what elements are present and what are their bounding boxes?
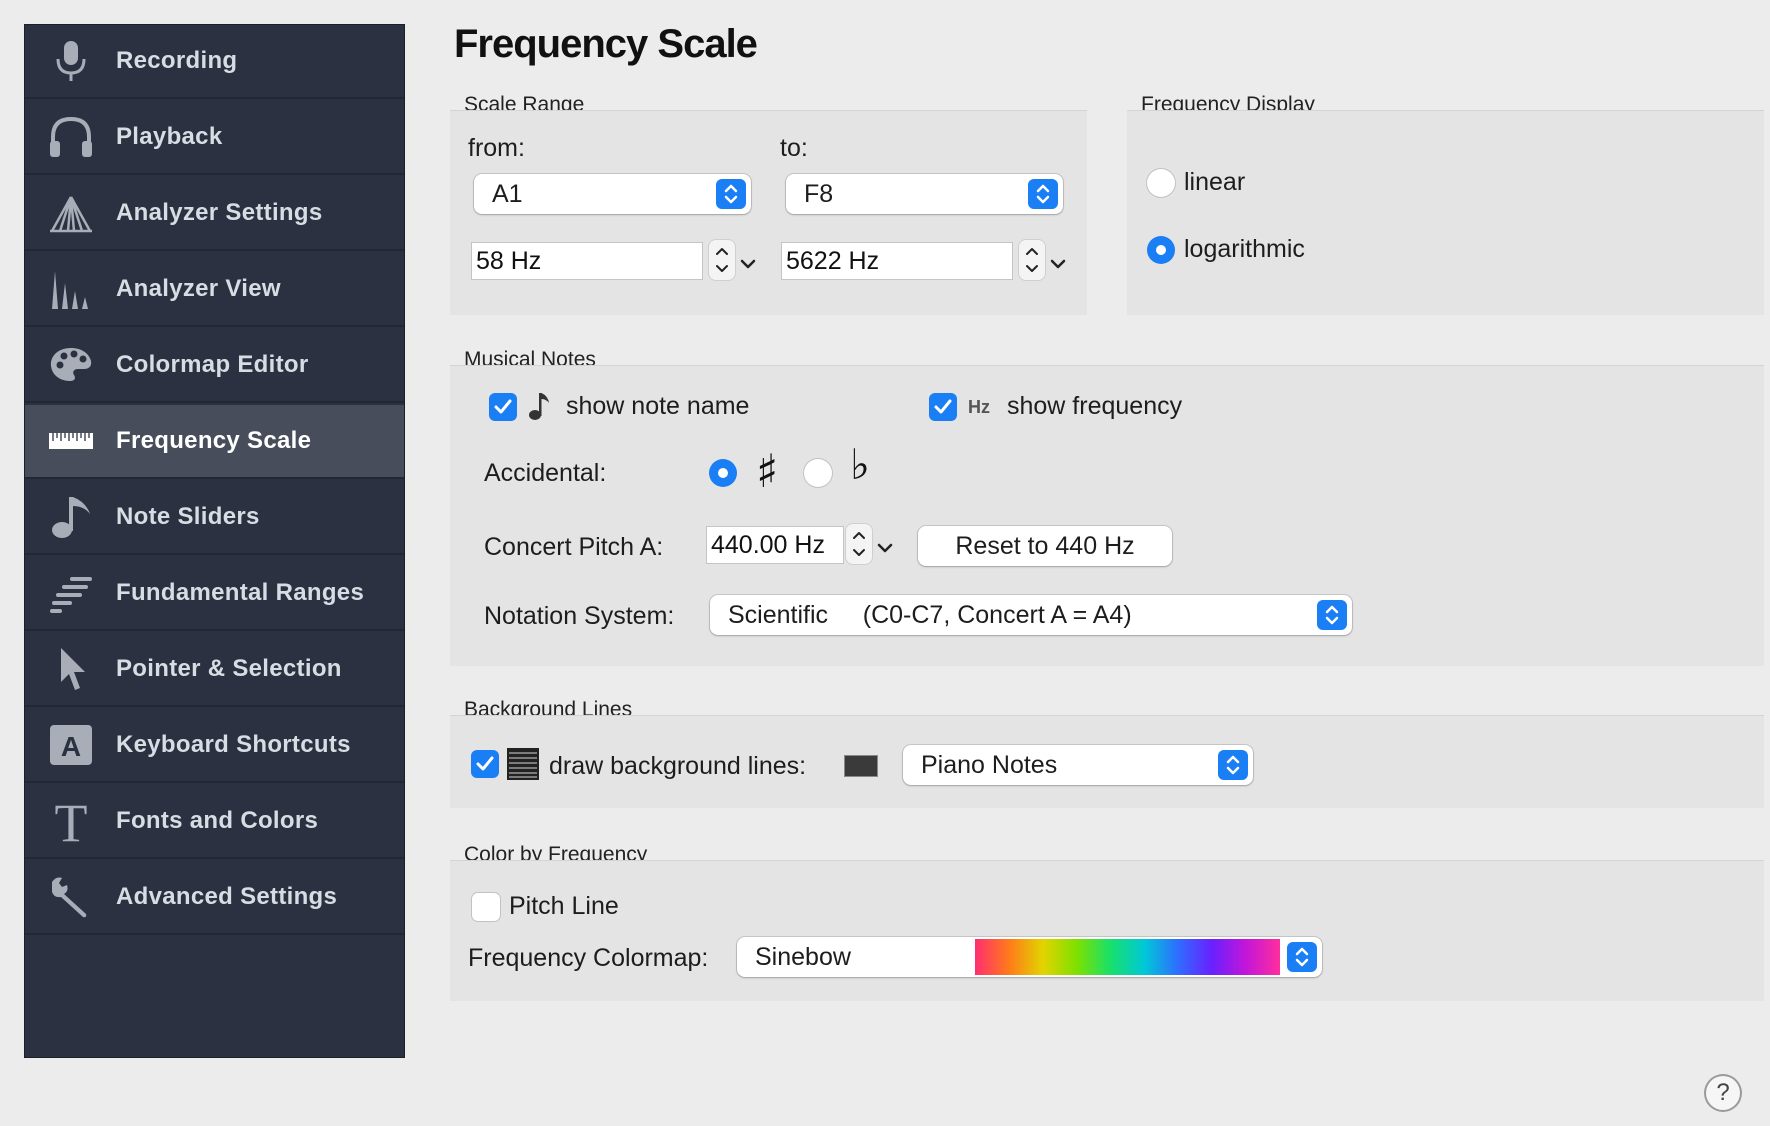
spectrum-peaks-icon xyxy=(47,267,95,311)
sidebar-item-label: Analyzer Settings xyxy=(116,199,323,226)
background-lines-popup[interactable]: Piano Notes xyxy=(903,745,1253,785)
accidental-label: Accidental: xyxy=(484,459,607,487)
from-note-popup[interactable]: A1 xyxy=(474,174,751,214)
microphone-icon xyxy=(47,39,95,83)
from-hz-stepper[interactable] xyxy=(709,240,735,280)
updown-arrows-icon xyxy=(716,179,746,209)
sidebar-item-analyzer-view[interactable]: Analyzer View xyxy=(25,253,404,327)
svg-text:T: T xyxy=(55,797,88,845)
music-note-icon xyxy=(47,495,95,539)
sharp-radio[interactable] xyxy=(709,459,737,487)
show-frequency-label: show frequency xyxy=(1007,392,1183,420)
draw-background-lines-checkbox[interactable] xyxy=(471,750,499,778)
frequency-colormap-popup[interactable]: Sinebow xyxy=(737,937,1322,977)
to-hz-field[interactable]: 5622 Hz xyxy=(782,243,1012,279)
sidebar-item-frequency-scale[interactable]: Frequency Scale xyxy=(25,405,404,479)
show-note-name-checkbox[interactable] xyxy=(489,393,517,421)
svg-text:A: A xyxy=(61,731,81,762)
checkmark-icon xyxy=(494,399,512,414)
sidebar-item-fundamental-ranges[interactable]: Fundamental Ranges xyxy=(25,557,404,631)
to-label: to: xyxy=(780,134,808,162)
show-note-name-label: show note name xyxy=(566,392,750,420)
pitch-line-label: Pitch Line xyxy=(509,892,619,920)
concert-pitch-field[interactable]: 440.00 Hz xyxy=(707,527,843,563)
reset-pitch-button[interactable]: Reset to 440 Hz xyxy=(918,526,1172,566)
sidebar-item-label: Recording xyxy=(116,47,238,74)
sidebar-item-analyzer-settings[interactable]: Analyzer Settings xyxy=(25,177,404,251)
linear-radio[interactable] xyxy=(1147,169,1175,197)
wrench-icon xyxy=(47,875,95,919)
font-t-icon: T xyxy=(47,797,95,845)
chevron-down-icon[interactable] xyxy=(1050,257,1066,269)
help-button[interactable]: ? xyxy=(1706,1076,1740,1110)
updown-arrows-icon xyxy=(1218,750,1248,780)
sidebar-item-label: Fundamental Ranges xyxy=(116,579,365,606)
draw-background-lines-label: draw background lines: xyxy=(549,752,807,780)
to-note-value: F8 xyxy=(804,180,834,208)
hz-icon: Hz xyxy=(968,397,990,417)
checkmark-icon xyxy=(934,399,952,414)
ruler-icon xyxy=(47,419,95,463)
updown-arrows-icon xyxy=(1287,942,1317,972)
notation-system-value: Scientific (C0-C7, Concert A = A4) xyxy=(728,601,1132,629)
page-title: Frequency Scale xyxy=(454,22,758,66)
from-note-value: A1 xyxy=(492,180,523,208)
linear-label: linear xyxy=(1184,168,1246,196)
frequency-colormap-value: Sinebow xyxy=(755,943,851,971)
keyboard-a-icon: A xyxy=(47,723,95,767)
to-hz-stepper[interactable] xyxy=(1019,240,1045,280)
headphones-icon xyxy=(47,115,95,159)
sidebar-item-playback[interactable]: Playback xyxy=(25,101,404,175)
line-color-swatch[interactable] xyxy=(845,756,877,776)
pitch-line-checkbox[interactable] xyxy=(472,893,500,921)
sidebar-item-label: Frequency Scale xyxy=(116,427,312,454)
show-frequency-checkbox[interactable] xyxy=(929,393,957,421)
from-hz-field[interactable]: 58 Hz xyxy=(472,243,702,279)
sidebar-item-label: Analyzer View xyxy=(116,275,281,302)
checkmark-icon xyxy=(476,756,494,771)
pointer-arrow-icon xyxy=(47,647,95,691)
lines-icon xyxy=(507,748,539,785)
concert-pitch-stepper[interactable] xyxy=(846,524,872,564)
background-lines-value: Piano Notes xyxy=(921,751,1058,779)
updown-arrows-icon xyxy=(1028,179,1058,209)
sidebar-item-label: Keyboard Shortcuts xyxy=(116,731,351,758)
sidebar-item-label: Fonts and Colors xyxy=(116,807,319,834)
concert-pitch-label: Concert Pitch A: xyxy=(484,533,664,561)
sidebar-item-colormap-editor[interactable]: Colormap Editor xyxy=(25,329,404,403)
sidebar-item-pointer-selection[interactable]: Pointer & Selection xyxy=(25,633,404,707)
sidebar-item-label: Colormap Editor xyxy=(116,351,309,378)
sidebar-item-label: Pointer & Selection xyxy=(116,655,342,682)
frequency-display-group xyxy=(1127,110,1764,315)
ranges-bars-icon xyxy=(47,571,95,615)
colormap-gradient-preview xyxy=(975,939,1280,975)
chevron-down-icon[interactable] xyxy=(877,541,893,553)
flat-icon: ♭ xyxy=(850,440,870,489)
sidebar-item-note-sliders[interactable]: Note Sliders xyxy=(25,481,404,555)
palette-icon xyxy=(47,343,95,387)
notation-system-popup[interactable]: Scientific (C0-C7, Concert A = A4) xyxy=(710,595,1352,635)
sharp-icon: ♯ xyxy=(756,444,779,498)
music-note-icon xyxy=(528,390,550,427)
sidebar-item-label: Playback xyxy=(116,123,223,150)
from-label: from: xyxy=(468,134,525,162)
to-note-popup[interactable]: F8 xyxy=(786,174,1063,214)
sidebar: Recording Playback Analyzer Settings Ana… xyxy=(24,24,405,1058)
chevron-down-icon[interactable] xyxy=(740,257,756,269)
sidebar-item-advanced-settings[interactable]: Advanced Settings xyxy=(25,861,404,935)
logarithmic-label: logarithmic xyxy=(1184,235,1305,263)
updown-arrows-icon xyxy=(1317,600,1347,630)
logarithmic-radio[interactable] xyxy=(1147,236,1175,264)
notation-system-label: Notation System: xyxy=(484,602,675,630)
sidebar-item-keyboard-shortcuts[interactable]: A Keyboard Shortcuts xyxy=(25,709,404,783)
sidebar-item-recording[interactable]: Recording xyxy=(25,25,404,99)
sidebar-item-label: Advanced Settings xyxy=(116,883,338,910)
spectrum-fan-icon xyxy=(47,191,95,235)
color-by-frequency-group xyxy=(450,860,1764,1001)
flat-radio[interactable] xyxy=(804,459,832,487)
sidebar-item-fonts-colors[interactable]: T Fonts and Colors xyxy=(25,785,404,859)
sidebar-item-label: Note Sliders xyxy=(116,503,260,530)
frequency-colormap-label: Frequency Colormap: xyxy=(468,944,709,972)
